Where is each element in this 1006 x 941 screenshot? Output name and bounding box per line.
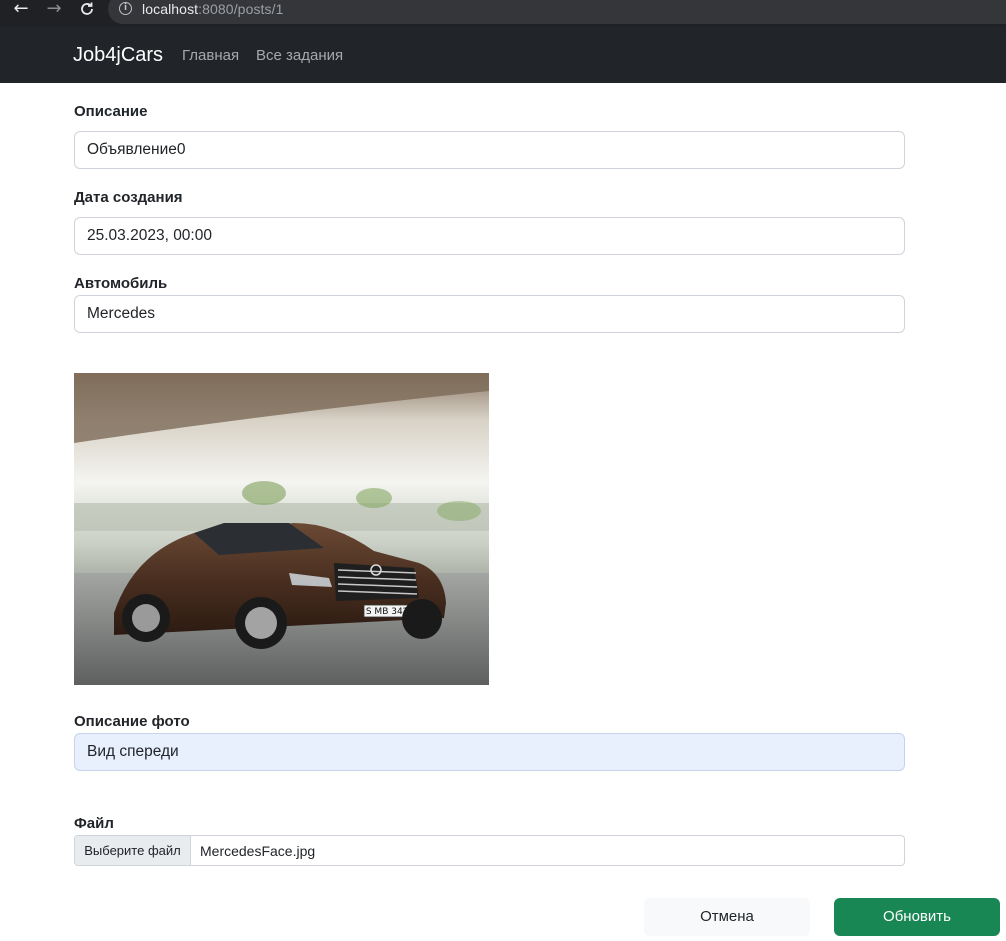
reload-icon[interactable] <box>77 0 97 20</box>
back-arrow-icon[interactable]: ← <box>11 0 31 20</box>
update-button[interactable]: Обновить <box>834 898 1000 936</box>
cancel-button[interactable]: Отмена <box>644 898 810 936</box>
forward-arrow-icon[interactable]: → <box>44 0 64 20</box>
url-path: :8080/posts/1 <box>198 1 284 17</box>
car-label: Автомобиль <box>74 275 168 292</box>
file-input[interactable]: Выберите файл MercedesFace.jpg <box>74 835 905 866</box>
file-name: MercedesFace.jpg <box>200 843 316 859</box>
description-label: Описание <box>74 103 148 120</box>
url-host: localhost <box>142 1 199 17</box>
car-photo: S MB 3420 <box>74 373 489 685</box>
created-date-input[interactable]: 25.03.2023, 00:00 <box>74 217 905 255</box>
photo-description-input[interactable]: Вид спереди <box>74 733 905 771</box>
created-date-label: Дата создания <box>74 189 183 206</box>
nav-link-all-tasks[interactable]: Все задания <box>256 47 343 64</box>
app-navbar: Job4jCars Главная Все задания <box>0 26 1006 83</box>
file-label: Файл <box>74 815 114 832</box>
car-select[interactable]: Mercedes <box>74 295 905 333</box>
browser-toolbar: ← → i localhost:8080/posts/1 <box>0 0 1006 26</box>
photo-description-label: Описание фото <box>74 713 190 730</box>
description-input[interactable]: Объявление0 <box>74 131 905 169</box>
brand-link[interactable]: Job4jCars <box>73 44 163 67</box>
choose-file-button[interactable]: Выберите файл <box>75 836 191 865</box>
info-icon[interactable]: i <box>119 2 132 15</box>
nav-link-home[interactable]: Главная <box>182 47 239 64</box>
url-text[interactable]: localhost:8080/posts/1 <box>142 1 284 17</box>
